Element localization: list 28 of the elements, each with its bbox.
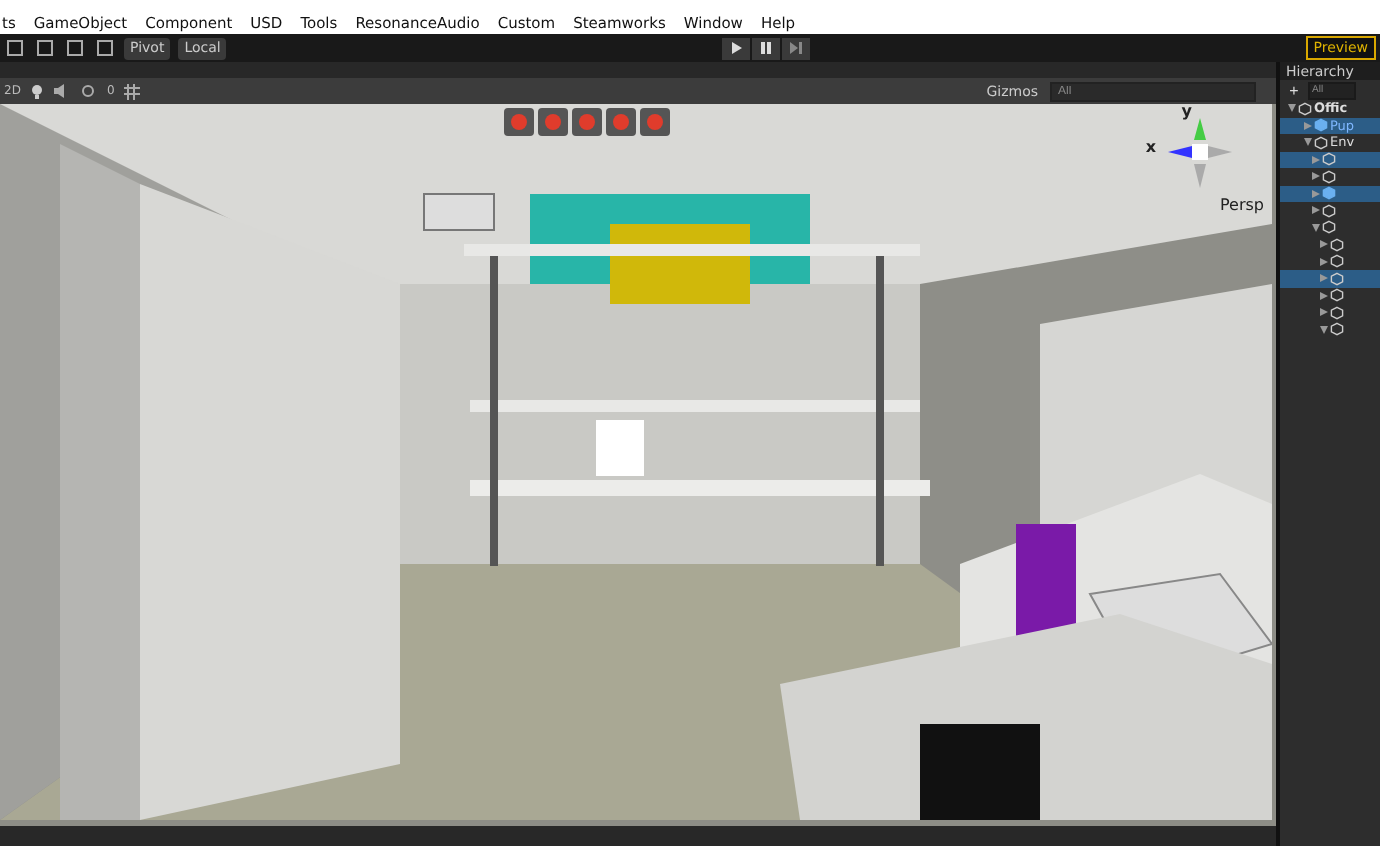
- add-button[interactable]: +: [1284, 81, 1304, 99]
- tool-overlay-icons[interactable]: [504, 108, 672, 136]
- light-bulb-icon[interactable]: [30, 83, 45, 99]
- step-icon: [790, 42, 803, 54]
- prefab-cube-icon: [1314, 118, 1328, 133]
- tool-icon[interactable]: [64, 38, 86, 58]
- play-icon: [730, 42, 743, 54]
- hierarchy-row[interactable]: [1280, 185, 1380, 202]
- expanded-arrow-icon[interactable]: [1312, 223, 1320, 232]
- play-button[interactable]: [722, 37, 751, 59]
- step-button[interactable]: [782, 37, 811, 59]
- axis-label: y: [1181, 102, 1192, 120]
- projection-label[interactable]: Persp: [1220, 196, 1264, 214]
- cube-icon: [1298, 101, 1312, 116]
- expanded-arrow-icon[interactable]: [1288, 104, 1296, 113]
- tool-icon[interactable]: [94, 38, 116, 58]
- hierarchy-row[interactable]: [1280, 270, 1380, 287]
- expanded-arrow-icon[interactable]: [1304, 138, 1312, 147]
- pause-icon: [760, 42, 773, 54]
- grid-icon[interactable]: [124, 83, 141, 99]
- tool-icon[interactable]: [4, 38, 26, 58]
- effects-icon[interactable]: [80, 84, 97, 98]
- tool-icon[interactable]: [34, 38, 56, 58]
- expanded-arrow-icon[interactable]: [1320, 325, 1328, 334]
- axis-label: x: [1145, 138, 1156, 156]
- hierarchy-row[interactable]: [1280, 151, 1380, 168]
- prefab-cube-icon: [1322, 186, 1336, 201]
- pause-button[interactable]: [752, 37, 781, 59]
